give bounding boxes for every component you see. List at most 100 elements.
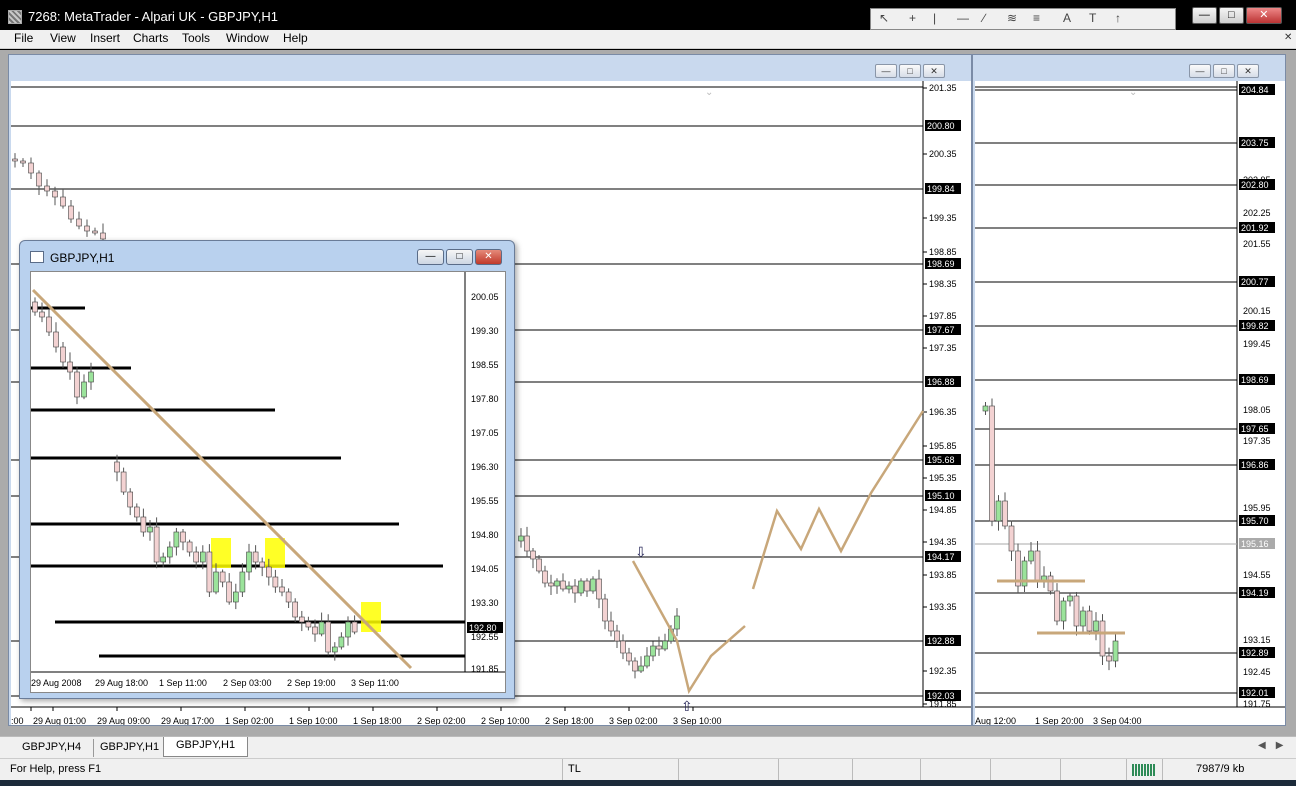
float-candle-b-body-21 [252,551,259,563]
right-level-label: 202.80 [1241,180,1269,190]
status-mode: TL [568,763,581,775]
main-candle-b-body-8 [566,585,572,590]
line-studies-toolbar[interactable]: ↖ + | — ∕ ≋ ≡ A T ↑ [870,8,1176,30]
main-candle-a-body-0 [12,158,18,162]
right-candle-body-1 [989,405,995,522]
text-icon[interactable]: A [1063,11,1071,25]
right-chart-bg [975,81,1285,725]
float-candle-b-body-31 [318,621,325,635]
right-chart-close-button[interactable]: ✕ [1237,64,1259,78]
float-current-price-label: 192.80 [469,623,497,633]
main-price-label: 195.35 [929,473,957,483]
floating-chart-window[interactable]: GBPJPY,H1 — □ ✕ 200.05 199.30 198.55 197.80… [19,240,515,699]
maximize-button[interactable]: □ [1218,7,1244,24]
main-candle-b-body-21 [644,655,650,667]
main-candle-a-body-2 [28,162,34,174]
period-separator-marker-icon: ⌄ [705,87,713,98]
float-price-label: 194.80 [471,530,499,540]
right-level-label: 203.75 [1241,138,1269,148]
right-candle-body-12 [1060,600,1067,622]
channel-icon[interactable]: ≋ [1007,11,1017,25]
menu-help[interactable]: Help [283,31,308,45]
tab-gbpjpy-h1-active[interactable]: GBPJPY,H1 [163,737,249,757]
vertical-line-icon[interactable]: | [933,11,936,25]
label-icon[interactable]: T [1089,11,1096,25]
main-time-label: :00 [11,716,24,725]
main-level-label: 197.67 [927,325,955,335]
fibonacci-icon[interactable]: ≡ [1033,11,1040,25]
main-candle-b-body-11 [584,580,590,592]
main-chart-restore-button[interactable]: □ [899,64,921,78]
app-icon [8,10,22,24]
right-level-label: 192.89 [1241,648,1269,658]
float-price-label: 194.05 [471,564,499,574]
float-candle-b-body-2 [127,491,133,508]
float-candle-b-body-30 [312,626,318,635]
right-time-label: Aug 12:00 [975,716,1016,725]
main-candle-a-body-3 [36,172,42,187]
float-price-label: 198.55 [471,360,499,370]
trendline-icon[interactable]: ∕ [983,11,985,25]
right-candle-body-19 [1106,655,1112,662]
cursor-icon[interactable]: ↖ [879,11,889,25]
main-price-label: 194.85 [929,505,957,515]
float-candle-b-body-18 [233,591,239,603]
right-candle-body-18 [1099,620,1106,657]
floating-chart-svg[interactable]: 200.05 199.30 198.55 197.80 197.05 196.30 195.… [31,272,505,692]
minimize-button[interactable]: — [1192,7,1217,24]
right-level-label: 195.70 [1241,516,1269,526]
right-chart-restore-button[interactable]: □ [1213,64,1235,78]
right-chart-minimize-button[interactable]: — [1189,64,1211,78]
float-candle-b-body-19 [239,571,246,593]
menu-bar: File View Insert Charts Tools Window Hel… [0,30,1296,49]
horizontal-line-icon[interactable]: — [957,11,969,25]
tab-scroll-arrows-icon[interactable]: ◀▶ [1258,740,1293,751]
right-bid-label: 195.16 [1241,539,1269,549]
main-time-label: 2 Sep 02:00 [417,716,466,725]
menu-tools[interactable]: Tools [182,31,210,45]
float-candle-b-body-11 [186,541,193,553]
main-chart-minimize-button[interactable]: — [875,64,897,78]
main-time-label: 2 Sep 18:00 [545,716,594,725]
main-candle-b-body-17 [620,640,626,654]
menu-insert[interactable]: Insert [90,31,120,45]
crosshair-icon[interactable]: + [909,11,916,25]
float-chart-bg [31,272,505,692]
right-chart-window: — □ ✕ 202.95202.25201.55200.15199.45198.… [972,54,1286,726]
menu-charts[interactable]: Charts [133,31,168,45]
menu-window[interactable]: Window [226,31,269,45]
float-candle-b-body-29 [305,621,312,628]
floating-minimize-button[interactable]: — [417,249,444,265]
status-traffic: 7987/9 kb [1196,763,1245,775]
metatrader-app: 7268: MetaTrader - Alpari UK - GBPJPY,H1… [0,0,1296,786]
down-arrow-icon: ⇩ [635,544,647,560]
main-price-label: 195.85 [929,441,957,451]
main-candle-a-body-8 [76,218,82,227]
main-chart-close-button[interactable]: ✕ [923,64,945,78]
menu-view[interactable]: View [50,31,76,45]
float-candle-b-body-24 [272,576,279,588]
float-candle-b-body-16 [219,571,226,583]
float-candle-b-body-35 [345,621,351,638]
right-separator-marker-icon: ⌄ [1129,87,1137,98]
main-level-label: 194.17 [927,552,955,562]
main-time-label: 29 Aug 01:00 [33,716,86,725]
tab-gbpjpy-h1-first[interactable]: GBPJPY,H1 [88,739,173,757]
main-candle-b-body-4 [542,570,548,584]
right-chart-canvas[interactable]: 202.95202.25201.55200.15199.45198.05197.… [975,81,1285,725]
float-candle-b-body-13 [200,551,206,563]
float-candle-b-body-17 [226,581,232,603]
float-time-label: 1 Sep 11:00 [159,678,207,688]
floating-close-button[interactable]: ✕ [475,249,502,265]
right-chart-svg[interactable]: 202.95202.25201.55200.15199.45198.05197.… [975,81,1285,725]
float-price-label: 199.30 [471,326,499,336]
menu-file[interactable]: File [14,31,33,45]
mdi-close-icon[interactable]: ✕ [1284,32,1296,44]
close-button[interactable]: ✕ [1245,7,1282,24]
floating-chart-canvas[interactable]: 200.05 199.30 198.55 197.80 197.05 196.30 195.… [30,271,506,693]
float-candle-b-body-28 [298,616,305,623]
floating-restore-button[interactable]: □ [446,249,473,265]
float-candle-a-body-0 [32,301,38,313]
tab-gbpjpy-h4[interactable]: GBPJPY,H4 [10,739,95,757]
arrows-icon[interactable]: ↑ [1115,11,1121,25]
